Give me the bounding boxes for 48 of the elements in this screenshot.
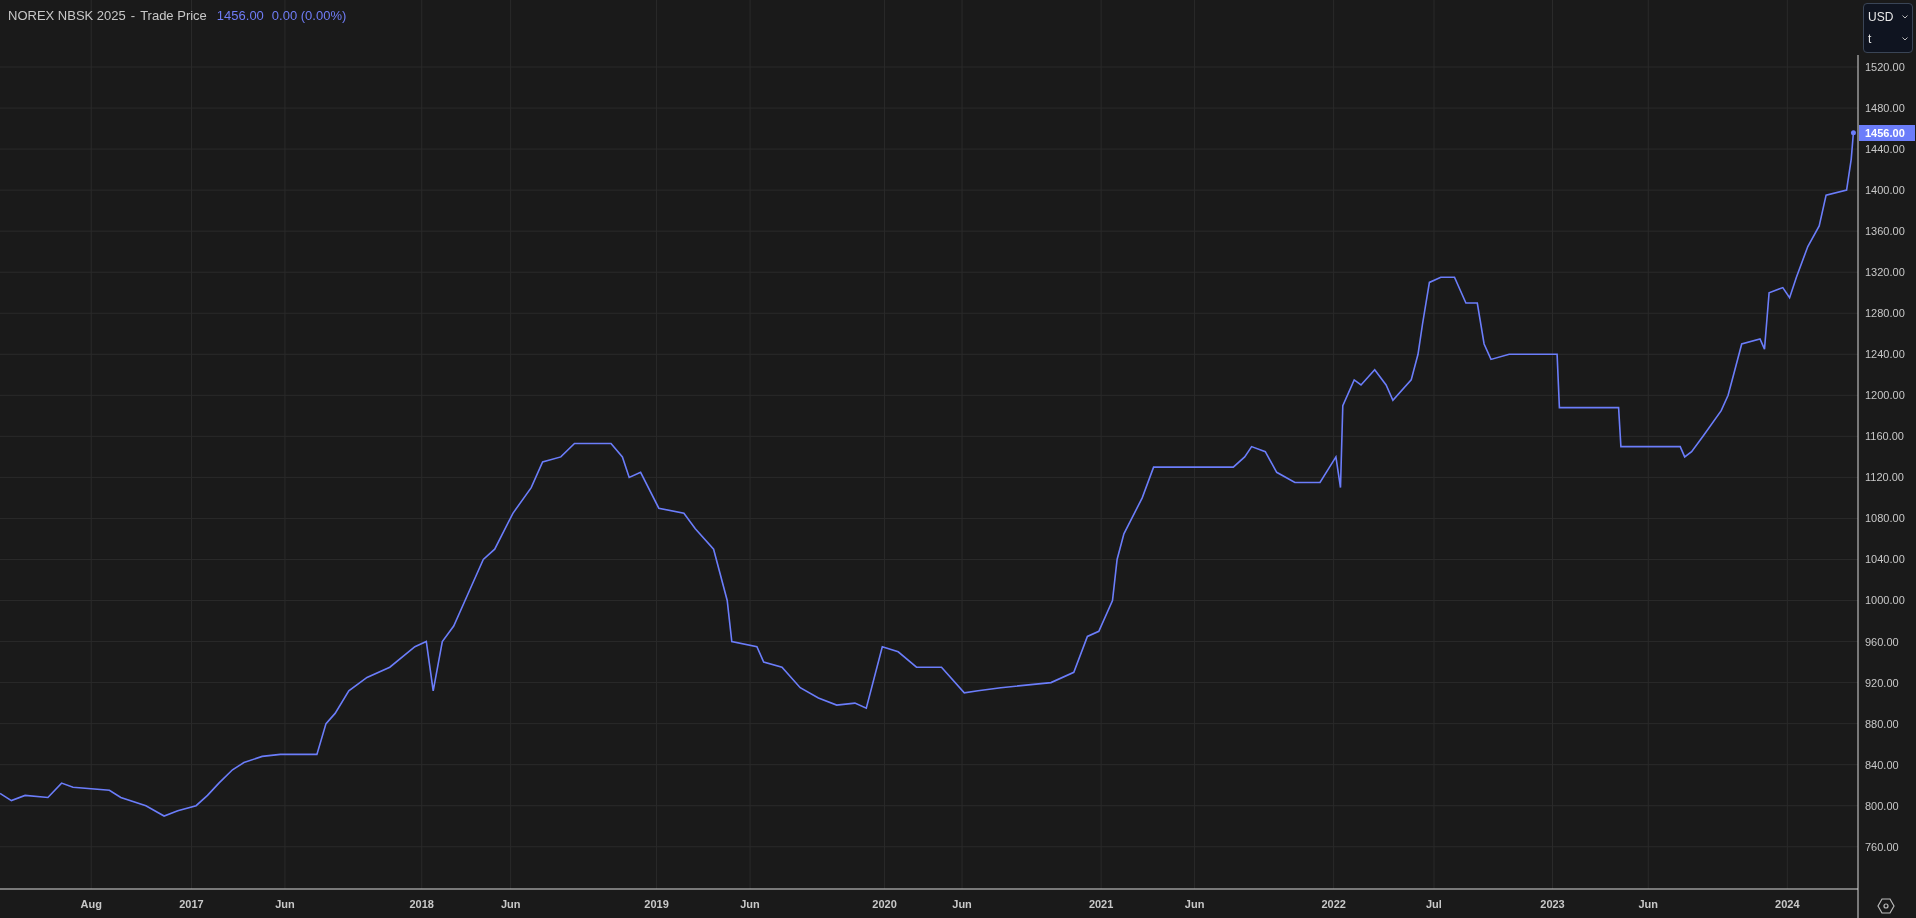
settings-icon[interactable] <box>1877 898 1895 914</box>
last-price-label: 1456.00 <box>1859 124 1915 141</box>
y-axis-label: 1520.00 <box>1865 61 1905 73</box>
x-axis-label: 2021 <box>1088 898 1114 910</box>
y-axis-label: 920.00 <box>1865 676 1899 689</box>
y-axis-label: 1400.00 <box>1865 184 1905 197</box>
x-axis-label: Jun <box>1638 898 1659 910</box>
x-axis-label: 2023 <box>1540 898 1565 910</box>
y-axis-label: 1320.00 <box>1865 266 1905 279</box>
price-value: 1456.00 <box>216 7 264 25</box>
x-axis-label: 2017 <box>179 898 204 910</box>
y-axis-label: 1160.00 <box>1865 430 1904 443</box>
y-axis-label: 1200.00 <box>1865 389 1905 402</box>
x-axis-label: Aug <box>80 898 102 910</box>
y-axis-label: 760.00 <box>1865 840 1899 853</box>
last-point-marker <box>1850 130 1856 136</box>
x-axis-label: 2018 <box>409 898 434 910</box>
unit-dropdown[interactable]: t <box>1864 28 1912 50</box>
y-axis-label: 1120.00 <box>1865 471 1904 484</box>
x-axis-label: Jun <box>1184 898 1205 910</box>
x-axis-label: Jun <box>740 898 760 910</box>
y-axis-label: 1360.00 <box>1865 225 1905 238</box>
y-axis-label: 1440.00 <box>1865 143 1905 156</box>
price-change: 0.00 (0.00%) <box>271 7 347 25</box>
y-axis-label: 1040.00 <box>1865 553 1905 566</box>
y-axis-label: 1080.00 <box>1865 512 1905 525</box>
y-axis-label: 1280.00 <box>1865 307 1905 320</box>
x-axis-label: Jul <box>1426 898 1442 910</box>
x-axis-label: 2022 <box>1321 898 1346 910</box>
chart-title: NOREX NBSK 2025 <box>8 7 126 25</box>
y-axis-label: 960.00 <box>1865 635 1899 648</box>
y-axis-label: 840.00 <box>1865 758 1899 771</box>
unit-dropdown[interactable]: USD <box>1864 6 1912 28</box>
chevron-down-icon <box>1902 37 1908 41</box>
series-name: Trade Price <box>140 7 207 25</box>
y-axis-label: 1480.00 <box>1865 102 1905 115</box>
x-axis-label: 2024 <box>1775 898 1800 910</box>
x-axis-label: Jun <box>275 898 295 910</box>
y-axis-label: 1000.00 <box>1865 594 1905 607</box>
x-axis-label: 2020 <box>872 898 897 910</box>
title-separator: - <box>130 7 136 25</box>
x-axis-label: Jun <box>952 898 972 910</box>
x-axis-label: 2019 <box>644 898 669 910</box>
chevron-down-icon <box>1902 15 1908 19</box>
y-axis-label: 1240.00 <box>1865 348 1905 361</box>
x-axis-label: Jun <box>500 898 521 910</box>
y-axis-label: 800.00 <box>1865 799 1899 812</box>
y-axis-label: 880.00 <box>1865 717 1899 730</box>
